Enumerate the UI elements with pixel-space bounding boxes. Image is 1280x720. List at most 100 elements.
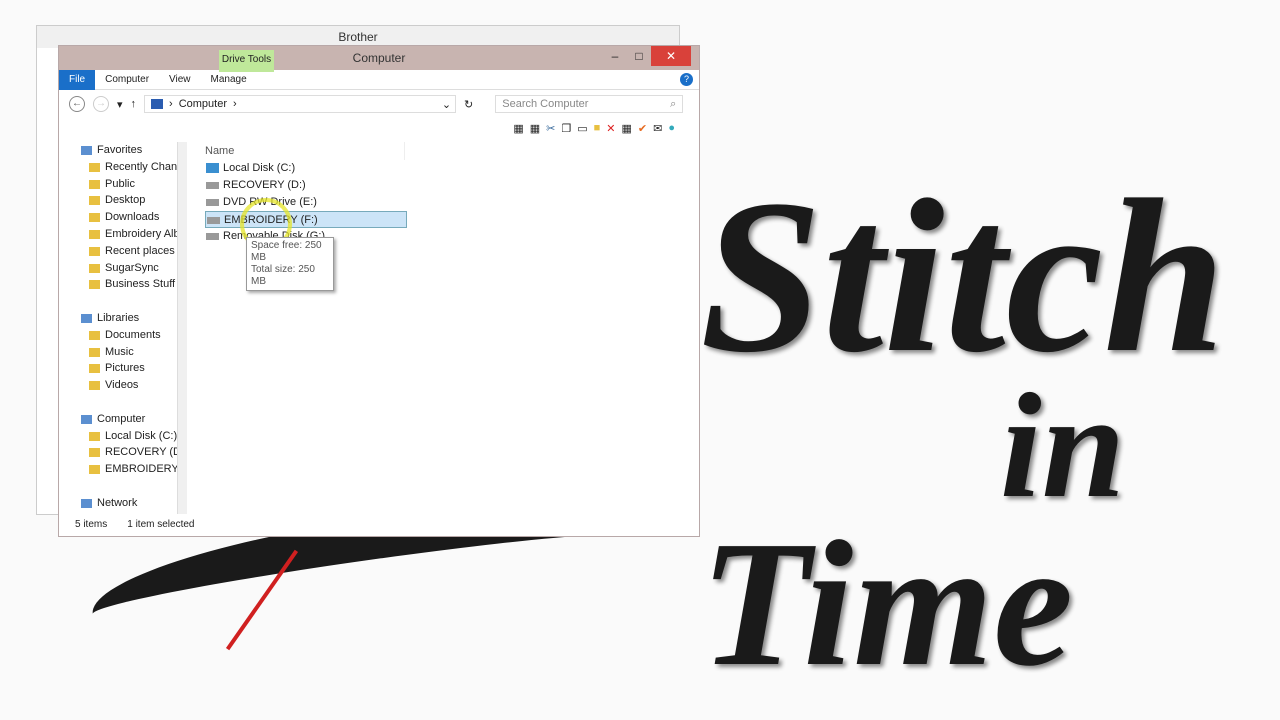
nav-group-computer[interactable]: Computer (69, 411, 187, 428)
nav-item[interactable]: Documents (69, 327, 187, 344)
cut-icon[interactable]: ✂ (546, 122, 555, 135)
navigation-pane: Favorites Recently Changed Public Desktop Do… (69, 142, 187, 514)
nav-label: EMBROIDERY (F:) (105, 463, 187, 476)
nav-item[interactable]: EMBROIDERY (F:) (69, 461, 187, 478)
path-separator: › (233, 98, 237, 110)
nav-label: Public (105, 177, 135, 190)
nav-group-network[interactable]: Network (69, 495, 187, 512)
item-count: 5 items (75, 519, 108, 530)
folder-icon (89, 263, 100, 273)
close-button[interactable]: ✕ (651, 46, 691, 66)
up-button[interactable]: ↑ (131, 98, 137, 110)
globe-icon[interactable]: ● (668, 122, 675, 134)
drive-tooltip: Space free: 250 MB Total size: 250 MB (246, 237, 334, 291)
logo-time: Time (700, 504, 1074, 703)
minimize-button[interactable]: – (603, 46, 627, 66)
nav-label: Business Stuff (105, 278, 176, 291)
address-input[interactable]: › Computer › ⌄ (144, 95, 457, 113)
tooltip-space-free: Space free: 250 MB (251, 240, 322, 263)
nav-label: Network (97, 496, 138, 509)
nav-item[interactable]: Desktop (69, 192, 187, 209)
folder-icon (89, 431, 100, 441)
drive-icon (206, 163, 219, 173)
nav-item[interactable]: Music (69, 344, 187, 361)
group-icon (81, 313, 92, 323)
rename-icon[interactable]: ▦ (622, 122, 632, 135)
drive-icon (207, 217, 220, 224)
drive-label: Local Disk (C:) (223, 162, 296, 174)
nav-item[interactable]: Recently Changed (69, 159, 187, 176)
address-bar-row: ← → ▾ ↑ › Computer › ⌄ ↻ Search Computer… (59, 90, 699, 118)
tab-file[interactable]: File (59, 69, 96, 90)
nav-group-libraries[interactable]: Libraries (69, 310, 187, 327)
nav-label: SugarSync (105, 261, 159, 274)
folder-icon (89, 229, 100, 239)
check-icon[interactable]: ✔ (638, 122, 647, 135)
folder-icon (89, 448, 100, 458)
nav-label: Local Disk (C:) (105, 429, 178, 442)
tab-view[interactable]: View (159, 70, 201, 90)
path-computer[interactable]: Computer (179, 98, 227, 110)
drive-icon (206, 233, 219, 240)
nav-label: Downloads (105, 211, 160, 224)
drive-icon (206, 182, 219, 189)
column-header-name[interactable]: Name (205, 142, 405, 160)
nav-label: Desktop (105, 194, 146, 207)
nav-item[interactable]: Public (69, 176, 187, 193)
folder-icon (89, 246, 100, 256)
properties-icon[interactable]: ▦ (513, 122, 523, 135)
drive-item[interactable]: EMBROIDERY (F:) (205, 211, 407, 228)
folder-icon (89, 213, 100, 223)
computer-icon (151, 99, 164, 109)
search-placeholder: Search Computer (502, 98, 589, 110)
search-input[interactable]: Search Computer ⌕ (495, 95, 684, 113)
back-button[interactable]: ← (69, 96, 85, 112)
nav-label: Documents (105, 328, 161, 341)
delete-icon[interactable]: ✕ (606, 122, 615, 135)
group-icon (81, 414, 92, 424)
nav-label: Favorites (97, 144, 143, 156)
paste-icon[interactable]: ▭ (577, 122, 587, 135)
help-icon[interactable]: ? (680, 73, 693, 86)
title-bar[interactable]: Drive Tools Computer – □ ✕ (59, 46, 699, 72)
refresh-button[interactable]: ↻ (464, 98, 473, 111)
folder-icon (89, 347, 100, 357)
folder-icon (89, 179, 100, 189)
address-dropdown[interactable]: ⌄ (442, 98, 455, 111)
mail-icon[interactable]: ✉ (653, 122, 662, 135)
forward-button[interactable]: → (93, 96, 109, 112)
maximize-button[interactable]: □ (627, 46, 651, 66)
nav-label: Recent places (105, 244, 175, 257)
folder-icon (89, 196, 100, 206)
copy-icon[interactable]: ❐ (561, 122, 571, 135)
nav-item[interactable]: Videos (69, 377, 187, 394)
nav-item[interactable]: Recent places (69, 243, 187, 260)
nav-item[interactable]: Local Disk (C:) (69, 428, 187, 445)
nav-label: Libraries (97, 311, 140, 324)
nav-item[interactable]: Embroidery Album (69, 226, 187, 243)
nav-item[interactable]: SugarSync (69, 260, 187, 277)
nav-item[interactable]: Business Stuff (69, 276, 187, 293)
selection-count: 1 item selected (127, 519, 195, 530)
nav-label: RECOVERY (D:) (105, 446, 187, 459)
new-folder-icon[interactable]: ■ (594, 122, 601, 134)
path-separator: › (169, 98, 173, 110)
nav-item[interactable]: RECOVERY (D:) (69, 444, 187, 461)
nav-label: Pictures (105, 362, 145, 375)
drive-item[interactable]: RECOVERY (D:) (205, 177, 407, 194)
drive-item[interactable]: Local Disk (C:) (205, 160, 407, 177)
nav-label: Embroidery Album (105, 227, 187, 240)
recent-locations-button[interactable]: ▾ (117, 98, 123, 111)
nav-group-favorites[interactable]: Favorites (69, 142, 187, 159)
nav-item[interactable]: Pictures (69, 360, 187, 377)
tab-manage[interactable]: Manage (201, 70, 257, 90)
ribbon-tabs: File Computer View Manage ? (59, 69, 699, 90)
tab-computer[interactable]: Computer (95, 70, 159, 90)
drive-item[interactable]: DVD RW Drive (E:) (205, 194, 407, 211)
properties-icon[interactable]: ▦ (530, 122, 540, 135)
folder-icon (89, 330, 100, 340)
logo-stitch: Stitch (700, 154, 1226, 398)
nav-scrollbar[interactable] (177, 142, 187, 514)
nav-label: Music (105, 345, 134, 358)
nav-item[interactable]: Downloads (69, 209, 187, 226)
